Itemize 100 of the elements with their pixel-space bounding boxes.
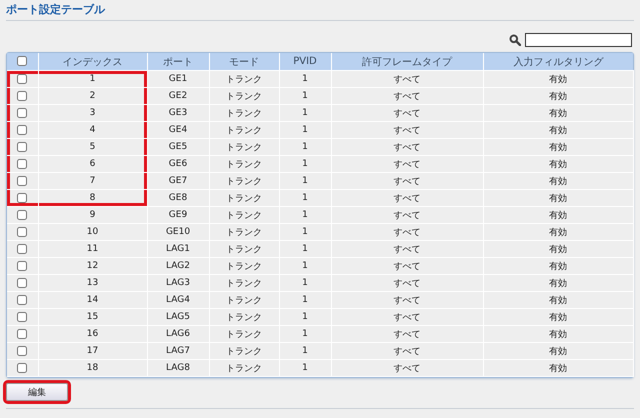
table-cell: 15 (38, 308, 147, 326)
table-cell: トランク (209, 172, 279, 190)
table-cell: 4 (38, 122, 147, 138)
table-cell: すべて (331, 206, 483, 224)
row-checkbox[interactable] (17, 158, 28, 169)
table-cell: 1 (279, 342, 331, 360)
select-all-checkbox[interactable] (17, 56, 28, 66)
table-cell: 13 (38, 274, 147, 292)
table-cell: LAG4 (147, 292, 209, 308)
table-cell: すべて (331, 104, 483, 122)
table-cell: 有効 (483, 88, 633, 104)
column-header: ポート (147, 53, 209, 70)
table-cell: 有効 (483, 292, 633, 308)
search-field[interactable] (525, 33, 632, 47)
table-cell: 1 (279, 240, 331, 258)
table-cell: トランク (209, 292, 279, 308)
table-cell: トランク (209, 122, 279, 138)
table-cell: GE3 (147, 104, 209, 122)
table-cell: トランク (209, 342, 279, 360)
row-checkbox[interactable] (17, 210, 28, 220)
table-cell: 1 (279, 326, 331, 342)
row-checkbox[interactable] (17, 226, 28, 237)
table-cell: GE1 (147, 70, 209, 88)
table-cell: 1 (279, 172, 331, 190)
row-checkbox[interactable] (17, 124, 28, 135)
row-checkbox[interactable] (17, 278, 28, 288)
table-cell: すべて (331, 360, 483, 376)
table-cell: LAG7 (147, 342, 209, 360)
table-cell: GE5 (147, 138, 209, 156)
table-cell: トランク (209, 70, 279, 88)
edit-button[interactable]: 編集 (6, 383, 68, 401)
table-cell: LAG1 (147, 240, 209, 258)
row-checkbox[interactable] (17, 362, 28, 373)
row-checkbox[interactable] (17, 346, 28, 356)
table-cell: 1 (279, 88, 331, 104)
row-checkbox[interactable] (17, 244, 28, 254)
row-checkbox[interactable] (17, 176, 28, 186)
table-cell: GE7 (147, 172, 209, 190)
table-cell: LAG6 (147, 326, 209, 342)
table-cell: 1 (279, 156, 331, 172)
table-cell: 12 (38, 258, 147, 274)
row-checkbox[interactable] (17, 74, 28, 84)
table-cell: 18 (38, 360, 147, 376)
row-checkbox[interactable] (17, 328, 28, 339)
table-cell: すべて (331, 274, 483, 292)
table-cell: 5 (38, 138, 147, 156)
column-header: モード (209, 53, 279, 70)
table-cell: トランク (209, 274, 279, 292)
table-cell: GE10 (147, 224, 209, 240)
table-cell: 1 (279, 258, 331, 274)
table-cell: トランク (209, 206, 279, 224)
table-cell: 1 (279, 206, 331, 224)
table-cell: 有効 (483, 70, 633, 88)
table-cell: 16 (38, 326, 147, 342)
table-cell: 有効 (483, 326, 633, 342)
column-header: 許可フレームタイプ (331, 53, 483, 70)
table-cell: LAG3 (147, 274, 209, 292)
table-cell: すべて (331, 138, 483, 156)
table-cell: 1 (279, 70, 331, 88)
table-cell: トランク (209, 360, 279, 376)
table-cell: 10 (38, 224, 147, 240)
table-cell: 11 (38, 240, 147, 258)
table-cell: すべて (331, 172, 483, 190)
row-checkbox[interactable] (17, 108, 28, 118)
table-cell: 1 (279, 292, 331, 308)
row-checkbox[interactable] (17, 90, 28, 101)
table-cell: 17 (38, 342, 147, 360)
table-cell: 6 (38, 156, 147, 172)
table-cell: 1 (279, 360, 331, 376)
row-checkbox[interactable] (17, 142, 28, 152)
table-cell: 有効 (483, 240, 633, 258)
table-cell: 有効 (483, 172, 633, 190)
table-cell: 9 (38, 206, 147, 224)
table-cell: 有効 (483, 156, 633, 172)
table-cell: 有効 (483, 224, 633, 240)
row-checkbox[interactable] (17, 294, 28, 305)
table-cell: 1 (279, 122, 331, 138)
table-cell: 有効 (483, 190, 633, 206)
table-cell: 有効 (483, 104, 633, 122)
table-cell: トランク (209, 224, 279, 240)
table-cell: 1 (279, 308, 331, 326)
table-cell: トランク (209, 240, 279, 258)
table-cell: 1 (279, 138, 331, 156)
column-header: インデックス (38, 53, 147, 70)
table-cell: 1 (279, 104, 331, 122)
table-cell: LAG5 (147, 308, 209, 326)
row-checkbox[interactable] (17, 192, 28, 203)
table-cell: 有効 (483, 206, 633, 224)
table-cell: トランク (209, 190, 279, 206)
row-checkbox[interactable] (17, 312, 28, 322)
table-cell: LAG8 (147, 360, 209, 376)
table-cell: すべて (331, 342, 483, 360)
table-cell: 2 (38, 88, 147, 104)
table-cell: 有効 (483, 342, 633, 360)
table-cell: すべて (331, 308, 483, 326)
table-cell: GE9 (147, 206, 209, 224)
row-checkbox[interactable] (17, 260, 28, 271)
table-cell: 有効 (483, 258, 633, 274)
table-cell: 有効 (483, 274, 633, 292)
table-cell: GE8 (147, 190, 209, 206)
